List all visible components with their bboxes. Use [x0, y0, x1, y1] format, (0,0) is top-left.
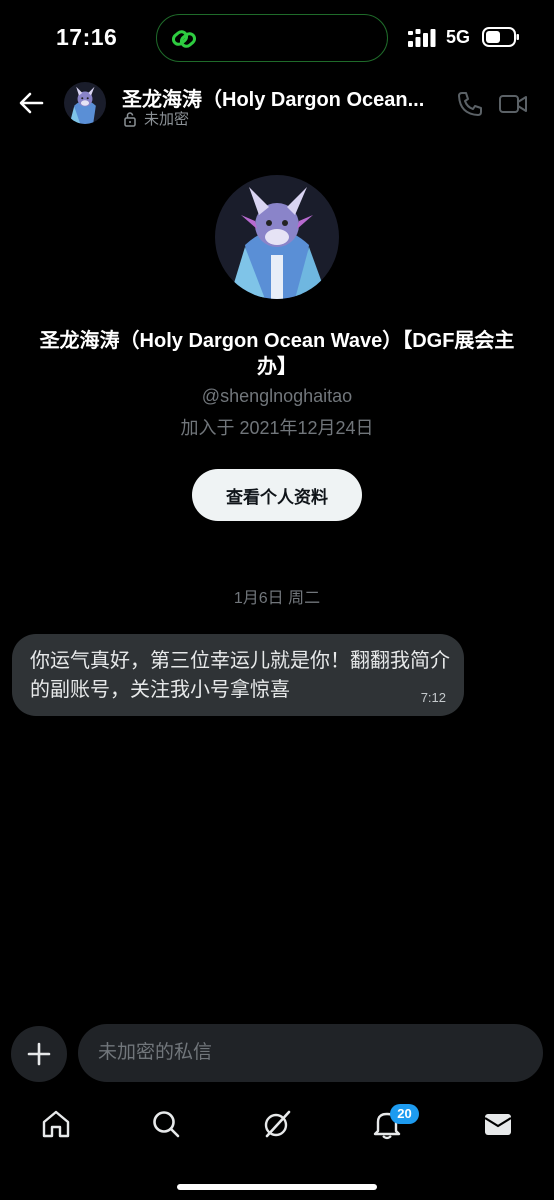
encryption-label: 未加密 [144, 111, 190, 128]
status-bar: 17:16 5G [0, 0, 554, 76]
home-indicator [177, 1184, 377, 1190]
grok-icon [264, 1110, 291, 1138]
dragon-avatar-image [64, 82, 106, 124]
phone-icon[interactable] [456, 90, 484, 118]
dm-screen: 17:16 5G 圣龙海涛（Holy Dargon Ocean... 未加密 圣… [0, 0, 554, 1200]
notifications-badge: 20 [390, 1104, 419, 1124]
view-profile-button[interactable]: 查看个人资料 [192, 469, 362, 521]
encryption-status: 未加密 [122, 108, 189, 129]
message-input[interactable] [78, 1024, 543, 1082]
signal-icon [408, 29, 436, 47]
header-avatar[interactable] [64, 82, 106, 124]
message-text: 你运气真好，第三位幸运儿就是你！翻翻我简介的副账号，关注我小号拿惊喜 [30, 650, 450, 701]
profile-joined-date: 加入于 2021年12月24日 [180, 418, 374, 438]
link-icon [171, 30, 197, 48]
tab-messages[interactable] [482, 1108, 514, 1140]
dynamic-island [156, 14, 388, 62]
home-icon [42, 1110, 70, 1138]
dragon-avatar-image [215, 175, 339, 299]
profile-avatar[interactable] [215, 175, 339, 299]
plus-icon [27, 1042, 51, 1066]
conversation-header: 圣龙海涛（Holy Dargon Ocean... 未加密 [0, 76, 554, 136]
search-icon [153, 1111, 180, 1138]
tab-home[interactable] [40, 1108, 72, 1140]
profile-handle: @shenglnoghaitao [201, 386, 353, 406]
tab-grok[interactable] [261, 1108, 293, 1140]
back-arrow-icon[interactable] [14, 86, 48, 120]
tab-search[interactable] [150, 1108, 182, 1140]
status-time: 17:16 [56, 24, 118, 50]
battery-icon [482, 27, 519, 47]
video-icon[interactable] [498, 90, 528, 118]
message-bubble[interactable]: 你运气真好，第三位幸运儿就是你！翻翻我简介的副账号，关注我小号拿惊喜 7:12 [12, 634, 464, 716]
message-time: 7:12 [420, 690, 446, 705]
messages-icon [484, 1114, 512, 1135]
date-separator: 1月6日 周二 [233, 590, 321, 607]
network-label: 5G [446, 27, 471, 47]
lock-open-icon [124, 111, 136, 127]
add-attachment-button[interactable] [11, 1026, 67, 1082]
profile-name: 圣龙海涛（Holy Dargon Ocean Wave）【DGF展会主办】 [39, 330, 515, 378]
